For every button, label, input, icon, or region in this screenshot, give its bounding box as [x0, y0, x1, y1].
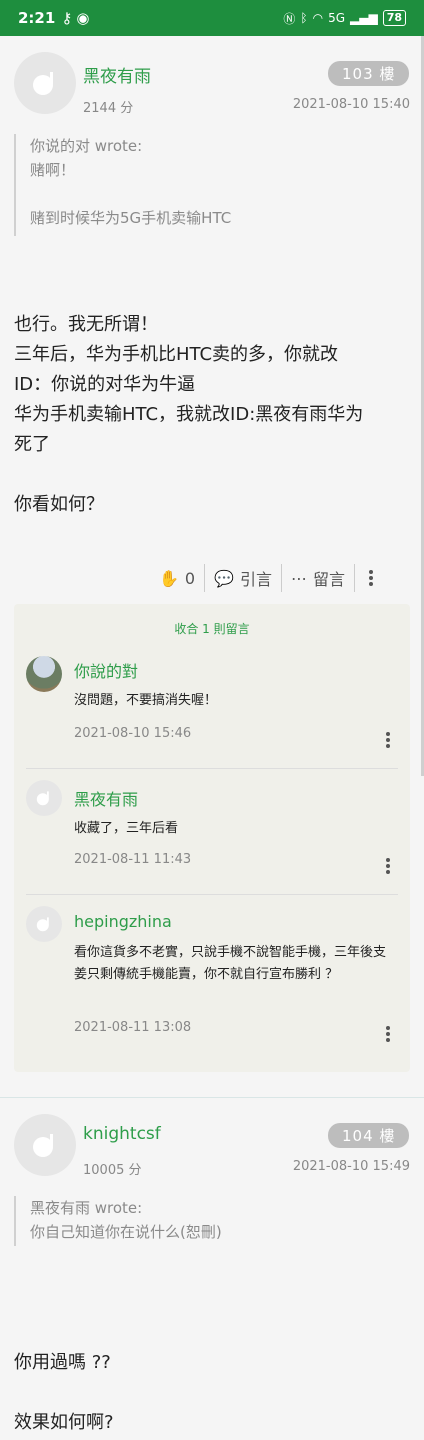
eye-icon: ◉: [76, 9, 90, 27]
comment-text: 沒問題，不要搞消失喔！: [74, 693, 218, 708]
author-points: 2144 分: [83, 101, 134, 116]
avatar[interactable]: [26, 906, 62, 942]
body-line: 你用過嗎 ??: [14, 1352, 111, 1373]
comments-panel: 收合 1 則留言 你說的對 沒問題，不要搞消失喔！ 2021-08-10 15:…: [14, 604, 410, 1072]
body-line: 也行。我无所谓！: [14, 314, 158, 335]
quote-bubble-icon: 💬: [214, 568, 235, 588]
like-count: 0: [184, 568, 196, 588]
floor-badge: 103 樓: [328, 61, 410, 86]
comment-author[interactable]: 你說的對: [74, 658, 138, 682]
post-body: 也行。我无所谓！ 三年后，华为手机比HTC卖的多，你就改 ID：你说的对华为牛逼…: [14, 310, 410, 520]
comment-text: 收藏了，三年后看: [74, 821, 179, 836]
status-time: 2:21: [18, 9, 56, 27]
comment-author[interactable]: hepingzhina: [74, 912, 172, 931]
comment-time: 2021-08-10 15:46: [74, 726, 192, 741]
bluetooth-icon: ᛒ: [300, 11, 308, 25]
default-avatar-icon: [36, 791, 49, 806]
more-icon[interactable]: [386, 730, 390, 750]
default-avatar-icon: [33, 1134, 53, 1157]
avatar[interactable]: [26, 780, 62, 816]
body-line: ID：你说的对华为牛逼: [14, 374, 196, 395]
more-icon[interactable]: [386, 856, 390, 876]
divider: [26, 894, 398, 895]
quote-label: 引言: [240, 570, 273, 589]
body-line: 你看如何？: [14, 494, 104, 515]
post-divider: [0, 1097, 424, 1098]
network-label: 5G: [328, 11, 345, 25]
author-name[interactable]: knightcsf: [83, 1124, 161, 1144]
divider: [26, 768, 398, 769]
quote-button[interactable]: 💬 引言: [205, 564, 283, 592]
avatar[interactable]: [26, 656, 62, 692]
avatar[interactable]: [14, 1114, 76, 1176]
quote-line: 你自己知道你在说什么(恕刪): [30, 1223, 222, 1241]
body-line: 三年后，华为手机比HTC卖的多，你就改: [14, 344, 339, 365]
collapse-comments-link[interactable]: 收合 1 則留言: [14, 620, 410, 637]
quote-header: 你说的对 wrote:: [30, 137, 143, 155]
post-datetime: 2021-08-10 15:49: [292, 1159, 410, 1174]
signal-icon: ▂▄▆: [350, 11, 378, 25]
quote-header: 黑夜有雨 wrote:: [30, 1199, 143, 1217]
comment-author[interactable]: 黑夜有雨: [74, 786, 138, 810]
comment-time: 2021-08-11 13:08: [74, 1020, 192, 1035]
comment-button[interactable]: ⋯ 留言: [282, 564, 356, 592]
battery-level: 78: [382, 10, 406, 26]
author-points: 10005 分: [83, 1163, 142, 1178]
body-line: 华为手机卖输HTC，我就改ID:黑夜有雨华为: [14, 404, 364, 425]
more-icon[interactable]: [386, 1024, 390, 1044]
wifi-icon: ◠: [312, 11, 324, 25]
like-button[interactable]: ✋ 0: [150, 564, 206, 592]
comment-time: 2021-08-11 11:43: [74, 852, 192, 867]
post-body: 你用過嗎 ?? 效果如何啊?: [14, 1348, 410, 1438]
body-line: 死了: [14, 434, 50, 455]
comment-text: 看你這貨多不老實，只說手機不說智能手機，三年後支姜只剩傳統手機能賣，你不就自行宣…: [74, 945, 387, 982]
quote-line: 赌啊！: [30, 161, 76, 179]
key-icon: ⚷: [61, 9, 73, 27]
quote-block: 你说的对 wrote: 赌啊！ 赌到时候华为5G手机卖输HTC: [14, 134, 404, 236]
quote-line: 赌到时候华为5G手机卖输HTC: [30, 209, 232, 227]
avatar[interactable]: [14, 52, 76, 114]
author-name[interactable]: 黑夜有雨: [83, 62, 151, 87]
comment-label: 留言: [313, 570, 346, 589]
comment-bubble-icon: ⋯: [291, 568, 308, 588]
nfc-icon: Ⓝ: [283, 11, 296, 26]
post-actions: ✋ 0 💬 引言 ⋯ 留言: [150, 562, 410, 594]
default-avatar-icon: [33, 72, 53, 95]
status-bar: 2:21 ⚷ ◉ Ⓝ ᛒ ◠ 5G ▂▄▆ 78: [0, 0, 424, 36]
body-line: 效果如何啊?: [14, 1412, 114, 1433]
more-icon[interactable]: [369, 568, 374, 588]
clap-icon: ✋: [159, 568, 179, 588]
quote-block: 黑夜有雨 wrote: 你自己知道你在说什么(恕刪): [14, 1196, 404, 1246]
default-avatar-icon: [36, 917, 49, 932]
post-datetime: 2021-08-10 15:40: [292, 97, 410, 112]
floor-badge: 104 樓: [328, 1123, 410, 1148]
